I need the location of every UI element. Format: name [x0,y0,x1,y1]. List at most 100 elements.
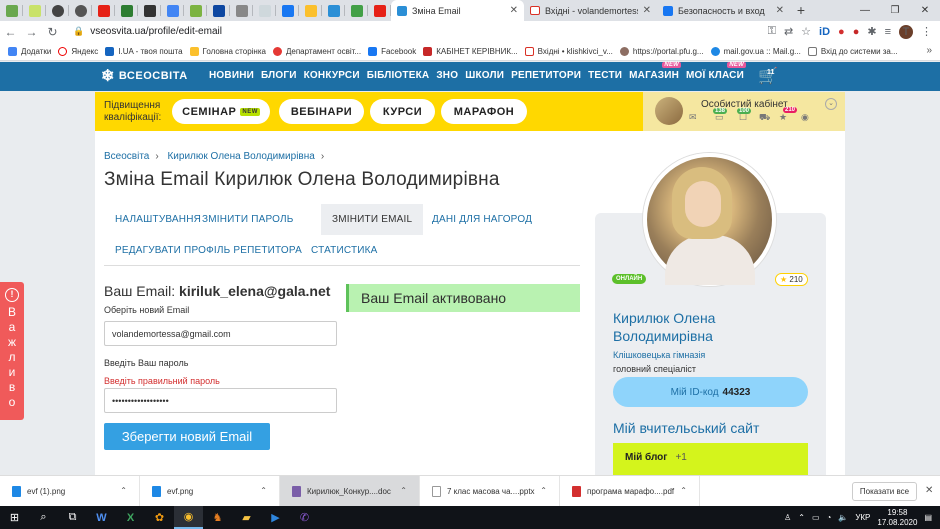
download-item[interactable]: 7 клас масова ча....pptx ⌃ [420,475,560,507]
breadcrumb-home[interactable]: Всеосвіта [104,151,149,162]
nav-item-my-classes[interactable]: МОЇ КЛАСИ NEW [686,62,746,81]
bookmark-item[interactable]: mail.gov.ua :: Mail.g... [710,46,808,56]
nav-item-shop[interactable]: МАГАЗИН NEW [629,62,682,81]
bookmark-item[interactable]: Яндекс [58,46,105,56]
nav-item-tutors[interactable]: РЕПЕТИТОРИ [511,70,581,81]
pinned-tab[interactable] [322,0,345,21]
chevron-up-icon[interactable]: ⌃ [680,486,687,495]
pinned-tab[interactable] [299,0,322,21]
extension-icon[interactable]: iD [819,26,830,38]
language-indicator[interactable]: УКР [855,513,870,522]
close-window-button[interactable]: ✕ [910,0,940,21]
paint-icon[interactable]: ✿ [145,506,174,529]
pinned-tab[interactable] [345,0,368,21]
pinned-tab[interactable] [207,0,230,21]
bookmark-item[interactable]: Вхідні • klishkivci_v... [524,46,620,56]
clock[interactable]: 19:58 17.08.2020 [877,508,917,528]
chrome-icon[interactable]: ◉ [174,506,203,529]
media-icon[interactable]: ≡ [885,26,891,38]
bookmarks-overflow-icon[interactable]: » [926,45,932,56]
extension-icon[interactable]: ● [853,26,860,38]
network-icon[interactable]: ◔ [827,513,832,522]
volume-icon[interactable]: 🔈 [838,513,848,522]
excel-icon[interactable]: X [116,506,145,529]
pinned-tab[interactable] [23,0,46,21]
nav-item-contests[interactable]: КОНКУРСИ [304,70,360,81]
tab-facebook-security[interactable]: Безопасность и вход ✕ [657,0,790,21]
minimize-button[interactable]: — [850,0,880,21]
tab-statistics[interactable]: СТАТИСТИКА [300,235,389,266]
task-view-icon[interactable]: ⧉ [58,506,87,529]
pinned-tab[interactable] [115,0,138,21]
media-player-icon[interactable]: ▶ [261,506,290,529]
tab-gmail[interactable]: Вхідні - volandemortessa@gm ✕ [524,0,657,21]
viber-icon[interactable]: ✆ [290,506,319,529]
bookmark-item[interactable]: Вхід до системи за... [807,46,905,56]
folder-icon[interactable]: ▰ [232,506,261,529]
cart-icon[interactable]: ⛟ [759,112,770,124]
pinned-tab[interactable] [138,0,161,21]
app-icon[interactable]: ♞ [203,506,232,529]
password-input[interactable]: •••••••••••••••••• [104,388,337,413]
pinned-tab[interactable] [92,0,115,21]
star-icon[interactable]: ★ [779,112,787,123]
tab-award-data[interactable]: ДАНІ ДЛЯ НАГОРОД [421,204,543,235]
new-email-input[interactable]: volandemortessa@gmail.com [104,321,337,346]
profile-avatar[interactable]: T [899,24,913,39]
profile-school[interactable]: Клішковецька гімназія [613,350,705,360]
download-item[interactable]: evf (1).png ⌃ [0,475,140,507]
new-tab-button[interactable]: + [790,0,812,21]
bookmark-item[interactable]: КАБІНЕТ КЕРІВНИК... [423,46,524,56]
reload-button[interactable]: ↻ [42,25,63,39]
pinned-tab[interactable] [184,0,207,21]
my-blog-link[interactable]: Мій блог +1 [613,443,808,475]
chevron-up-icon[interactable]: ⌃ [400,486,407,495]
bookmark-item[interactable]: Facebook [368,46,423,56]
windows-start-icon[interactable]: ⊞ [0,506,29,529]
key-icon[interactable]: ⚿ [768,25,776,38]
close-icon[interactable]: ✕ [925,485,933,496]
save-email-button[interactable]: Зберегти новий Email [104,423,270,450]
id-code-button[interactable]: Мій ID-код 44323 [613,377,808,407]
close-icon[interactable]: ✕ [643,5,651,16]
puzzle-icon[interactable]: ✱ [867,25,876,38]
important-side-tab[interactable]: ! Важливо [0,282,24,420]
courses-button[interactable]: КУРСИ [370,99,435,124]
bookmark-apps[interactable]: Додатки [8,46,58,56]
search-icon[interactable]: ⌕ [29,506,58,529]
bookmark-item[interactable]: Головна сторінка [189,46,273,56]
pinned-tab[interactable] [69,0,92,21]
profile-name[interactable]: Кирилюк Олена Володимирівна [613,309,763,345]
profile-photo[interactable] [643,153,776,286]
people-icon[interactable]: ♙ [784,513,791,522]
breadcrumb-profile[interactable]: Кирилюк Олена Володимирівна [167,151,314,162]
chevron-up-icon[interactable]: ⌃ [120,486,127,495]
coin-icon[interactable]: ◉ [801,112,809,123]
personal-cabinet[interactable]: Особистий кабінет ✉ ▭ 138 ☐ 100 ⛟ ★ 210 … [643,92,845,131]
webinars-button[interactable]: ВЕБІНАРИ [279,99,364,124]
nav-item-news[interactable]: НОВИНИ [209,70,254,81]
nav-item-blogs[interactable]: БЛОГИ [261,70,297,81]
mail-icon[interactable]: ✉ [689,112,697,123]
bookmark-item[interactable]: I.UA - твоя пошта [105,46,189,56]
close-icon[interactable]: ✕ [776,5,784,16]
show-all-downloads-button[interactable]: Показати все [852,482,917,501]
bookmark-item[interactable]: https://portal.pfu.g... [619,46,711,56]
marathon-button[interactable]: МАРАФОН [441,99,527,124]
notifications-icon[interactable]: ▤ [924,513,932,522]
extension-icon[interactable]: ● [838,26,845,38]
site-logo[interactable]: ❄ ВСЕОСВІТА [101,66,188,86]
bookmark-item[interactable]: Департамент освіт... [272,46,368,56]
pinned-tab[interactable] [46,0,69,21]
menu-icon[interactable]: ⋮ [921,25,932,38]
battery-icon[interactable]: ▭ [812,513,820,522]
pinned-tab[interactable] [253,0,276,21]
pinned-tab[interactable] [276,0,299,21]
pinned-tab[interactable] [0,0,23,21]
maximize-button[interactable]: ❐ [880,0,910,21]
nav-item-zno[interactable]: ЗНО [436,70,458,81]
word-icon[interactable]: W [87,506,116,529]
nav-item-tests[interactable]: ТЕСТИ [588,70,622,81]
nav-item-library[interactable]: БІБЛІОТЕКА [367,70,430,81]
tray-chevron-icon[interactable]: ⌃ [798,513,805,522]
